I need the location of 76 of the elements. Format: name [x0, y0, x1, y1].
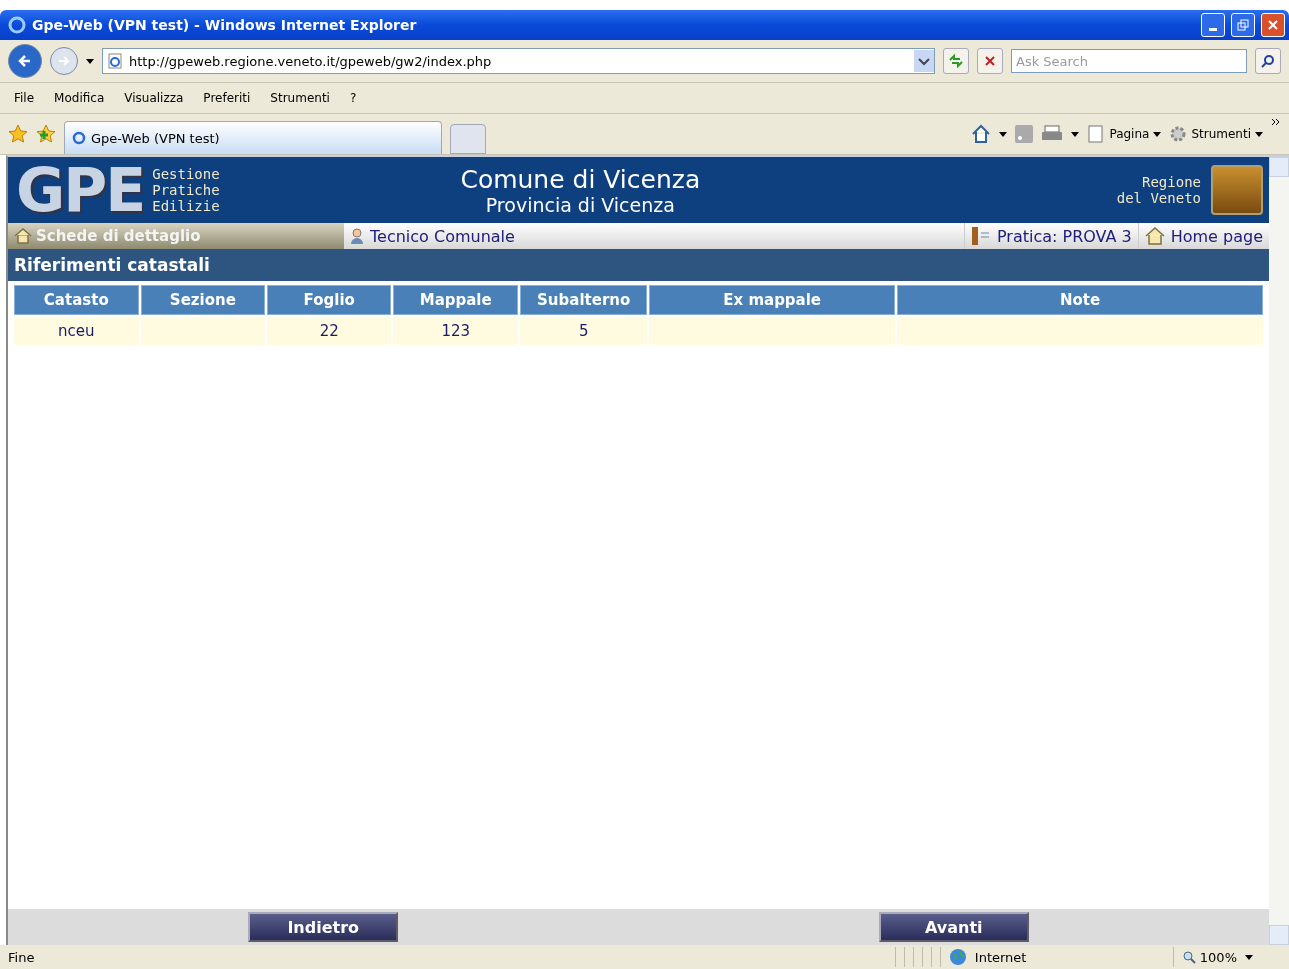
gear-icon: [1169, 125, 1188, 143]
page-title: Comune di Vicenza: [460, 164, 701, 194]
caret-icon: [1153, 131, 1162, 137]
minimize-button[interactable]: [1201, 13, 1225, 37]
menu-item[interactable]: Strumenti: [264, 91, 336, 105]
menu-item[interactable]: ?: [343, 91, 363, 105]
zoom-icon: [1181, 950, 1196, 964]
search-icon: [1261, 54, 1275, 68]
nav-button[interactable]: Indietro: [248, 912, 399, 942]
page-subtitle: Provincia di Vicenza: [485, 193, 675, 216]
back-arrow-icon: [18, 54, 32, 68]
back-button[interactable]: [8, 44, 42, 78]
forward-button[interactable]: [50, 47, 78, 75]
caret-icon[interactable]: [1245, 954, 1253, 960]
command-menu[interactable]: Strumenti: [1169, 125, 1263, 143]
home-icon: [1144, 227, 1165, 245]
restore-icon: [1237, 19, 1249, 31]
chevron-icon[interactable]: [1271, 118, 1281, 126]
page-icon: [107, 53, 123, 69]
column-header: Foglio: [267, 285, 392, 315]
column-header: Note: [897, 285, 1263, 315]
globe-icon: [948, 948, 967, 966]
printer-icon[interactable]: [1041, 125, 1064, 143]
refresh-button[interactable]: [943, 48, 969, 74]
section-title: Riferimenti catastali: [8, 249, 1269, 281]
zoom-control[interactable]: 100%: [1181, 949, 1237, 965]
logo-caption: Gestione Pratiche Edilizie: [152, 166, 220, 214]
user-icon: [350, 228, 364, 244]
page-icon: [1087, 125, 1106, 143]
close-icon: [1267, 19, 1279, 31]
column-header: Sezione: [140, 285, 266, 315]
caret-icon: [1255, 131, 1263, 137]
menu-item[interactable]: File: [8, 91, 41, 105]
home-icon[interactable]: [971, 124, 992, 144]
menu-item[interactable]: Visualizza: [118, 91, 190, 105]
column-header: Mappale: [393, 285, 519, 315]
search-field[interactable]: Ask Search: [1011, 49, 1247, 73]
table-cell: nceu: [14, 317, 139, 345]
forward-arrow-icon: [58, 55, 70, 67]
close-button[interactable]: [1261, 13, 1285, 37]
window-title: Gpe-Web (VPN test) - Windows Internet Explorer: [32, 17, 418, 33]
search-button[interactable]: [1255, 48, 1281, 74]
address-field[interactable]: http://gpeweb.regione.veneto.it/gpeweb/gw2/index.php: [102, 48, 935, 74]
stop-button[interactable]: [977, 48, 1003, 74]
command-menu[interactable]: Pagina: [1087, 125, 1162, 143]
stop-icon: [984, 55, 996, 67]
browser-icon: [8, 16, 26, 34]
caret-icon[interactable]: [999, 131, 1008, 137]
caret-icon[interactable]: [86, 58, 94, 64]
column-header: Subalterno: [520, 285, 648, 315]
notebook-icon: [970, 226, 991, 246]
zone-text: Internet: [974, 949, 1028, 965]
column-header: Ex mappale: [649, 285, 895, 315]
table-cell: 22: [267, 317, 392, 345]
browser-tab[interactable]: Gpe-Web (VPN test): [64, 121, 442, 154]
restore-button[interactable]: [1231, 13, 1255, 37]
region-name: Regione del Veneto: [1115, 174, 1201, 206]
add-favorite-icon[interactable]: [36, 124, 56, 144]
user-link[interactable]: Tecnico Comunale: [344, 223, 521, 249]
logo: GPE: [16, 160, 145, 220]
url-text: http://gpeweb.regione.veneto.it/gpeweb/gw2/index.php: [129, 53, 493, 69]
minimize-icon: [1209, 27, 1217, 31]
crest-emblem: [1211, 165, 1263, 215]
refresh-icon: [948, 54, 964, 68]
status-text: Fine: [8, 949, 35, 965]
menu-item[interactable]: Modifica: [48, 91, 111, 105]
nav-button[interactable]: Avanti: [878, 912, 1029, 942]
column-header: Catasto: [14, 285, 139, 315]
table-cell: 5: [520, 317, 648, 345]
table-cell: 123: [393, 317, 519, 345]
browser-icon: [71, 130, 87, 146]
caret-icon[interactable]: [1071, 131, 1080, 137]
dropdown-icon[interactable]: [914, 50, 934, 72]
star-icon[interactable]: [8, 124, 28, 144]
menu-item[interactable]: Preferiti: [197, 91, 257, 105]
home-icon: [14, 228, 32, 244]
